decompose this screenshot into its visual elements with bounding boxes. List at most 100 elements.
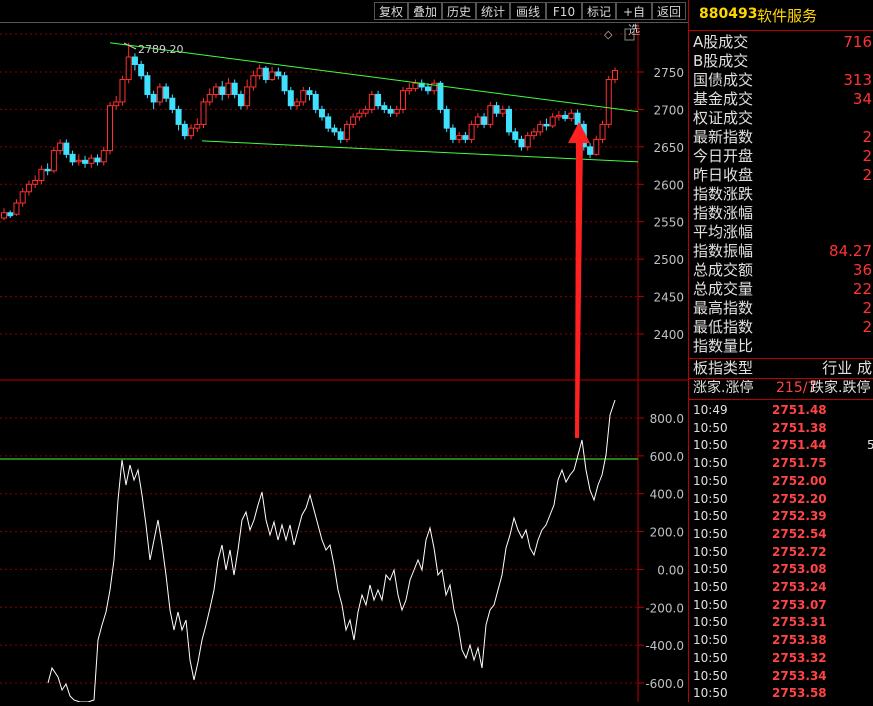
candle-body <box>400 90 407 110</box>
stat-label: 总成交量 <box>693 280 754 298</box>
candle-body <box>131 56 138 66</box>
candle-body <box>269 71 276 80</box>
indicator-axis-label: 200.0 <box>650 526 684 540</box>
stat-value: 2 <box>862 128 872 146</box>
tick-row[interactable]: 10:50 2753.34 <box>689 667 873 685</box>
stat-row: 总成交量 22 <box>689 280 873 299</box>
tick-price: 2753.31 <box>772 615 827 630</box>
stat-value: 34 <box>852 90 872 108</box>
tick-row[interactable]: 10:50 2752.20 <box>689 490 873 508</box>
breadth-row: 涨家.涨停 215/7 跌家.跌停 <box>689 379 873 398</box>
tick-time: 10:50 <box>693 597 728 612</box>
candle-body <box>474 116 481 125</box>
divider <box>689 399 873 400</box>
stat-label: 最低指数 <box>693 318 754 336</box>
tick-row[interactable]: 10:50 2753.07 <box>689 596 873 614</box>
sector-type-row: 板指类型 行业 成 <box>689 359 873 378</box>
kline-chart[interactable]: 2789.20 ◇ 2750 2700 2650 2600 2550 2500 2450 24… <box>0 23 688 703</box>
candle-body <box>262 67 269 80</box>
tick-row[interactable]: 10:50 2751.38 <box>689 419 873 437</box>
candle-body <box>437 82 444 110</box>
price-axis-label: 2700 <box>653 103 684 117</box>
diamond-marker-icon[interactable]: ◇ <box>604 28 613 41</box>
tick-row[interactable]: 10:50 2752.72 <box>689 543 873 561</box>
tick-price: 2753.08 <box>772 562 827 577</box>
candle-body <box>194 123 201 129</box>
sector-type-label: 板指类型 <box>693 359 754 377</box>
overlay-button[interactable]: 叠加 <box>408 2 442 20</box>
advancers-label: 涨家.涨停 <box>693 380 754 396</box>
mark-button[interactable]: 标记 <box>582 2 616 20</box>
chart-area[interactable]: 2789.20 ◇ 2750 2700 2650 2600 2550 2500 2450 24… <box>0 23 688 703</box>
candle-body <box>487 105 494 125</box>
add-favorite-button[interactable]: +自选 <box>616 2 652 37</box>
tick-row[interactable]: 10:50 2752.54 <box>689 525 873 543</box>
candle-body <box>88 157 95 164</box>
statistics-button[interactable]: 统计 <box>476 2 510 20</box>
candle-body <box>300 90 307 103</box>
tick-row[interactable]: 10:50 2751.44 5 <box>689 436 873 454</box>
lower-trend-line <box>201 140 639 163</box>
candle-body <box>605 78 612 125</box>
candle-body <box>331 127 338 133</box>
tick-time: 10:50 <box>693 509 728 524</box>
candle-body <box>7 212 14 217</box>
tick-row[interactable]: 10:49 2751.48 <box>689 401 873 419</box>
candle-body <box>356 112 363 118</box>
tick-row[interactable]: 10:50 2753.24 <box>689 578 873 596</box>
candle-body <box>456 135 463 140</box>
tick-time: 10:50 <box>693 438 728 453</box>
candle-body <box>537 123 544 133</box>
candle-body <box>381 105 388 110</box>
candle-body <box>275 71 282 77</box>
candle-body <box>231 82 238 95</box>
tick-price: 2752.20 <box>772 491 827 506</box>
tick-time: 10:50 <box>693 633 728 648</box>
draw-line-button[interactable]: 画线 <box>510 2 546 20</box>
tick-time: 10:50 <box>693 491 728 506</box>
tick-price: 2751.48 <box>772 403 827 417</box>
tick-row[interactable]: 10:50 2753.31 <box>689 613 873 631</box>
stat-label: 权证成交 <box>693 109 754 127</box>
tick-row[interactable]: 10:50 2753.32 <box>689 649 873 667</box>
tick-time: 10:50 <box>693 562 728 577</box>
candle-body <box>32 180 39 185</box>
candle-body <box>318 108 325 118</box>
candle-body <box>250 75 257 88</box>
stat-label: 基金成交 <box>693 90 754 108</box>
stat-label: A股成交 <box>693 33 749 51</box>
stat-label: 昨日收盘 <box>693 166 754 184</box>
candle-body <box>587 146 594 155</box>
tick-row[interactable]: 10:50 2753.08 <box>689 560 873 578</box>
candle-body <box>13 202 20 215</box>
back-button[interactable]: 返回 <box>652 2 686 20</box>
tick-time: 10:50 <box>693 544 728 559</box>
tick-row[interactable]: 10:50 2752.39 <box>689 507 873 525</box>
candle-body <box>75 159 82 163</box>
candle-body <box>212 86 219 95</box>
quote-panel: 880493 软件服务 A股成交 716 B股成交 国债成交 313 基金成交 34 权证成交… <box>688 0 873 702</box>
stat-row: 今日开盘 2 <box>689 147 873 166</box>
stat-label: B股成交 <box>693 52 749 70</box>
candle-body <box>138 64 145 77</box>
candle-body <box>113 101 120 107</box>
candle-body <box>150 93 157 103</box>
stat-row: 指数量比 <box>689 337 873 356</box>
decliners-label: 跌家.跌停 <box>810 380 871 396</box>
history-button[interactable]: 历史 <box>442 2 476 20</box>
candle-body <box>94 157 101 163</box>
candle-body <box>468 123 475 140</box>
tick-row[interactable]: 10:50 2752.00 <box>689 472 873 490</box>
stat-label: 国债成交 <box>693 71 754 89</box>
red-arrow-annotation <box>568 122 590 438</box>
candle-body <box>493 105 500 114</box>
restore-rights-button[interactable]: 复权 <box>374 2 408 20</box>
candle-body <box>188 127 195 137</box>
tick-row[interactable]: 10:50 2751.75 <box>689 454 873 472</box>
indicator-axis-label: 600.0 <box>650 450 684 464</box>
f10-button[interactable]: F10 <box>546 2 582 20</box>
tick-row[interactable]: 10:50 2753.58 <box>689 684 873 702</box>
peak-price-label: 2789.20 <box>138 43 184 56</box>
candle-body <box>612 70 618 80</box>
tick-row[interactable]: 10:50 2753.38 <box>689 631 873 649</box>
